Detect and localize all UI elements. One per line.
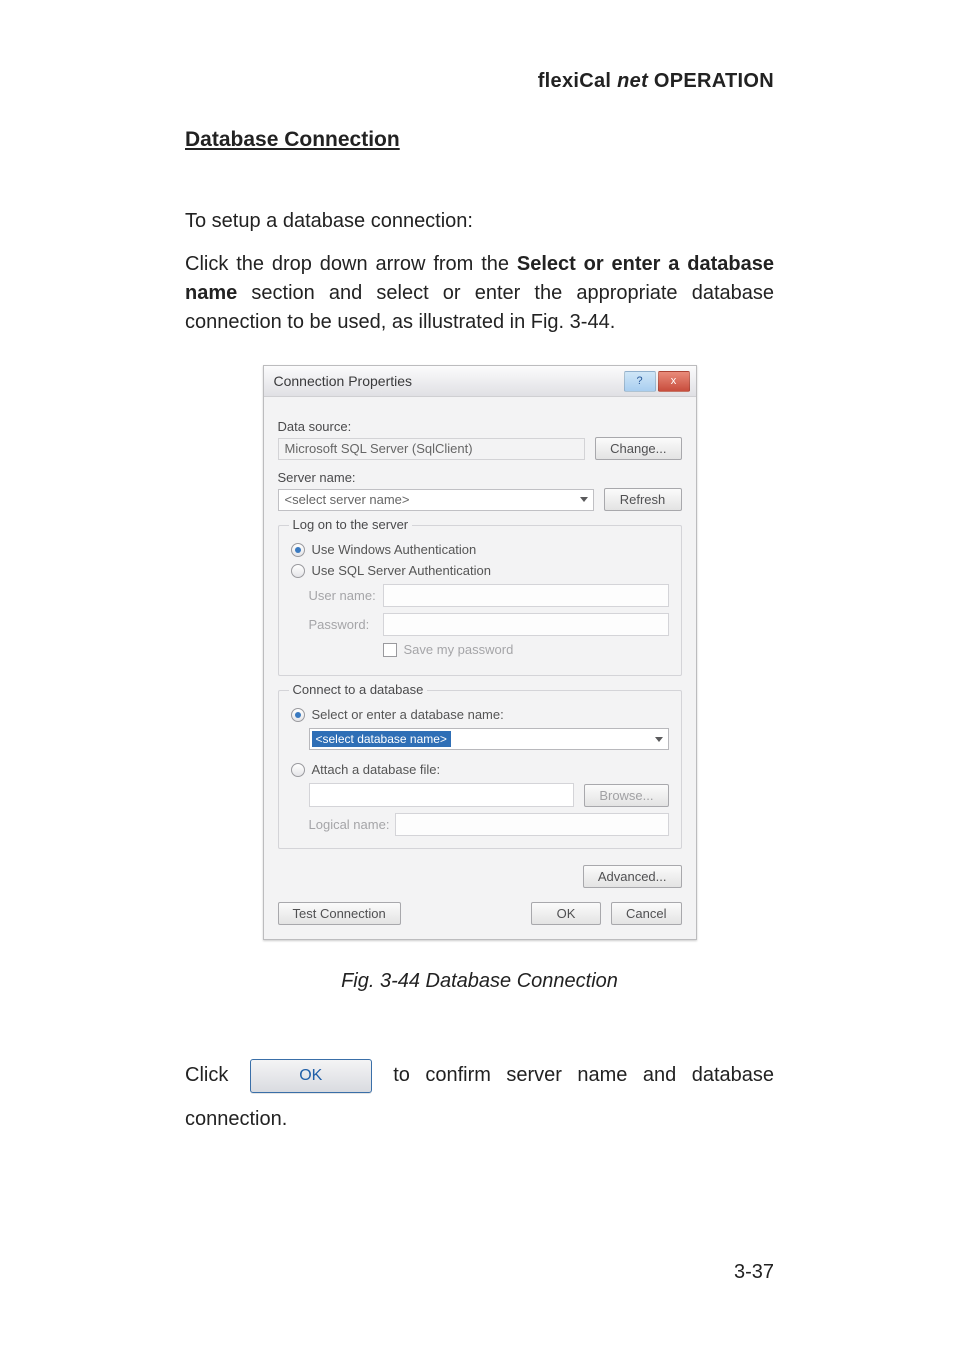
section-title: Database Connection — [185, 128, 774, 152]
connection-properties-dialog: Connection Properties ? x Data source: M… — [263, 365, 697, 940]
username-input — [383, 584, 669, 607]
dialog-titlebar[interactable]: Connection Properties ? x — [264, 366, 696, 397]
save-password-checkbox: Save my password — [383, 642, 669, 657]
help-icon[interactable]: ? — [624, 371, 656, 392]
para2-suffix: section and select or enter the appropri… — [185, 282, 774, 333]
ok-button[interactable]: OK — [531, 902, 601, 925]
server-name-dropdown[interactable]: <select server name> — [278, 489, 594, 511]
dialog-title: Connection Properties — [274, 373, 413, 389]
dialog-body: Data source: Microsoft SQL Server (SqlCl… — [264, 397, 696, 939]
refresh-button[interactable]: Refresh — [604, 488, 682, 511]
logical-name-label: Logical name: — [309, 817, 395, 832]
radio-attach-file[interactable]: Attach a database file: — [291, 762, 669, 777]
password-label: Password: — [309, 617, 383, 632]
cancel-button[interactable]: Cancel — [611, 902, 681, 925]
change-button[interactable]: Change... — [595, 437, 681, 460]
server-name-label: Server name: — [278, 470, 682, 485]
radio-attach-label: Attach a database file: — [312, 762, 441, 777]
window-buttons: ? x — [622, 371, 690, 392]
username-row: User name: — [309, 584, 669, 607]
data-source-label: Data source: — [278, 419, 682, 434]
password-row: Password: — [309, 613, 669, 636]
click-instruction: Click OK to confirm server name and data… — [185, 1053, 774, 1141]
server-name-value: <select server name> — [285, 492, 410, 507]
radio-select-db[interactable]: Select or enter a database name: — [291, 707, 669, 722]
radio-sql-auth[interactable]: Use SQL Server Authentication — [291, 563, 669, 578]
chevron-down-icon — [650, 737, 668, 742]
document-header: flexiCal net OPERATION — [185, 70, 774, 93]
username-label: User name: — [309, 588, 383, 603]
checkbox-icon — [383, 643, 397, 657]
connect-database-group: Connect to a database Select or enter a … — [278, 690, 682, 849]
page-number: 3-37 — [734, 1261, 774, 1284]
password-input — [383, 613, 669, 636]
radio-icon — [291, 543, 305, 557]
database-name-selected: <select database name> — [312, 731, 451, 747]
radio-icon — [291, 763, 305, 777]
doc-header-prefix: flexiCal — [538, 70, 617, 92]
close-icon[interactable]: x — [658, 371, 690, 392]
intro-text: To setup a database connection: — [185, 207, 774, 236]
radio-select-db-label: Select or enter a database name: — [312, 707, 504, 722]
data-source-value: Microsoft SQL Server (SqlClient) — [278, 438, 586, 460]
logical-name-input — [395, 813, 669, 836]
instruction-paragraph: Click the drop down arrow from the Selec… — [185, 250, 774, 337]
logon-group: Log on to the server Use Windows Authent… — [278, 525, 682, 676]
click-prefix: Click — [185, 1064, 244, 1086]
doc-header-italic: net — [617, 70, 648, 92]
radio-windows-auth[interactable]: Use Windows Authentication — [291, 542, 669, 557]
radio-windows-auth-label: Use Windows Authentication — [312, 542, 477, 557]
chevron-down-icon — [575, 497, 593, 502]
radio-sql-auth-label: Use SQL Server Authentication — [312, 563, 491, 578]
doc-header-suffix: OPERATION — [648, 70, 774, 92]
radio-icon — [291, 564, 305, 578]
inline-ok-button: OK — [250, 1059, 372, 1093]
attach-file-input — [309, 783, 575, 807]
test-connection-button[interactable]: Test Connection — [278, 902, 401, 925]
radio-icon — [291, 708, 305, 722]
para2-prefix: Click the drop down arrow from the — [185, 253, 517, 275]
advanced-button[interactable]: Advanced... — [583, 865, 682, 888]
connect-group-title: Connect to a database — [289, 682, 428, 697]
logical-name-row: Logical name: — [309, 813, 669, 836]
save-password-label: Save my password — [404, 642, 514, 657]
figure-caption: Fig. 3-44 Database Connection — [185, 970, 774, 993]
database-name-dropdown[interactable]: <select database name> — [309, 728, 669, 750]
browse-button: Browse... — [584, 784, 668, 807]
logon-group-title: Log on to the server — [289, 517, 413, 532]
